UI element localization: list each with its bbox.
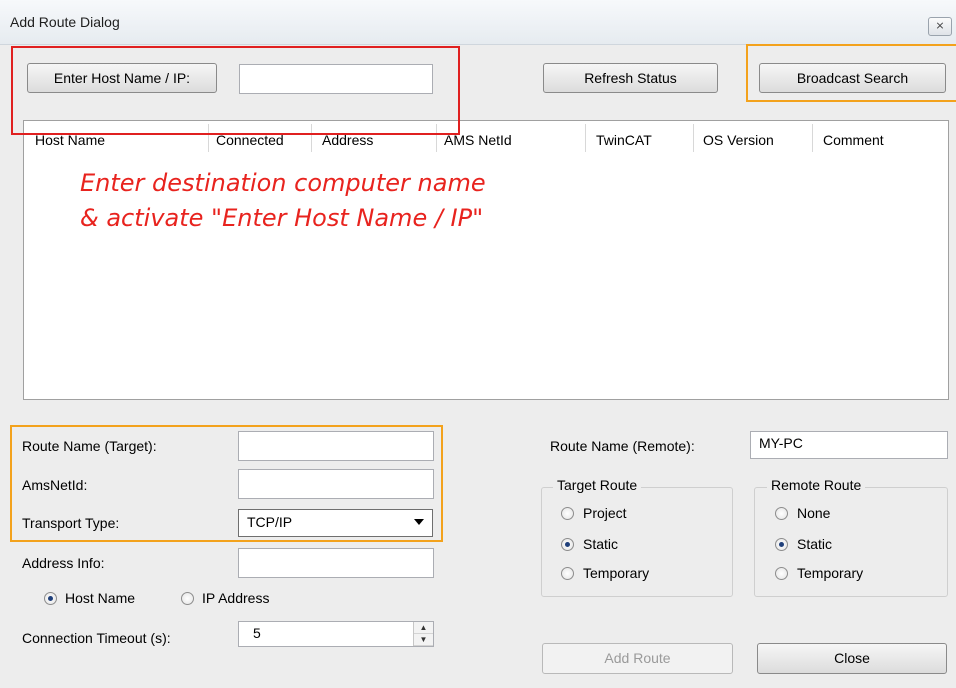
connection-timeout-label: Connection Timeout (s): [22, 630, 171, 646]
highlight-enter-host [11, 46, 460, 135]
address-info-label: Address Info: [22, 555, 105, 571]
remote-route-temporary-radio[interactable] [775, 567, 788, 580]
column-divider [585, 124, 586, 152]
spin-up-icon[interactable]: ▲ [414, 622, 433, 634]
column-divider [693, 124, 694, 152]
target-route-title: Target Route [553, 477, 642, 493]
remote-route-none-label: None [797, 505, 831, 521]
target-route-static-radio[interactable] [561, 538, 574, 551]
host-name-radio[interactable] [44, 592, 57, 605]
target-route-static-label: Static [583, 536, 619, 552]
ip-address-radio-label: IP Address [202, 590, 270, 606]
add-route-dialog: Add Route Dialog ⨯ Enter Host Name / IP:… [0, 0, 956, 688]
remote-route-static-radio[interactable] [775, 538, 788, 551]
spin-down-icon[interactable]: ▼ [414, 634, 433, 646]
target-route-project-label: Project [583, 505, 627, 521]
address-info-input[interactable] [238, 548, 434, 578]
target-route-project-radio[interactable] [561, 507, 574, 520]
highlight-target-fields [10, 425, 443, 542]
route-name-remote-label: Route Name (Remote): [550, 438, 695, 454]
remote-route-static-label: Static [797, 536, 833, 552]
target-route-temporary-radio[interactable] [561, 567, 574, 580]
route-name-remote-input[interactable]: MY-PC [750, 431, 948, 459]
connection-timeout-value: 5 [253, 625, 261, 641]
column-divider [812, 124, 813, 152]
host-list[interactable] [23, 120, 949, 400]
close-button[interactable]: Close [757, 643, 947, 674]
target-route-temporary-label: Temporary [583, 565, 650, 581]
highlight-broadcast-search [746, 44, 956, 102]
remote-route-none-radio[interactable] [775, 507, 788, 520]
column-comment[interactable]: Comment [823, 132, 884, 148]
close-icon[interactable]: ⨯ [928, 17, 952, 36]
host-name-radio-label: Host Name [65, 590, 136, 606]
timeout-spinner[interactable]: ▲ ▼ [413, 622, 433, 646]
annotation-line-1: Enter destination computer name [80, 169, 486, 197]
remote-route-temporary-label: Temporary [797, 565, 864, 581]
remote-route-title: Remote Route [767, 477, 866, 493]
column-twincat[interactable]: TwinCAT [596, 132, 652, 148]
window-title: Add Route Dialog [10, 14, 120, 30]
refresh-status-button[interactable]: Refresh Status [543, 63, 718, 93]
column-os-version[interactable]: OS Version [703, 132, 774, 148]
ip-address-radio[interactable] [181, 592, 194, 605]
title-bar: Add Route Dialog ⨯ [0, 0, 956, 45]
connection-timeout-input[interactable]: 5 ▲ ▼ [238, 621, 434, 647]
annotation-line-2: & activate "Enter Host Name / IP" [80, 204, 484, 232]
add-route-button[interactable]: Add Route [542, 643, 733, 674]
